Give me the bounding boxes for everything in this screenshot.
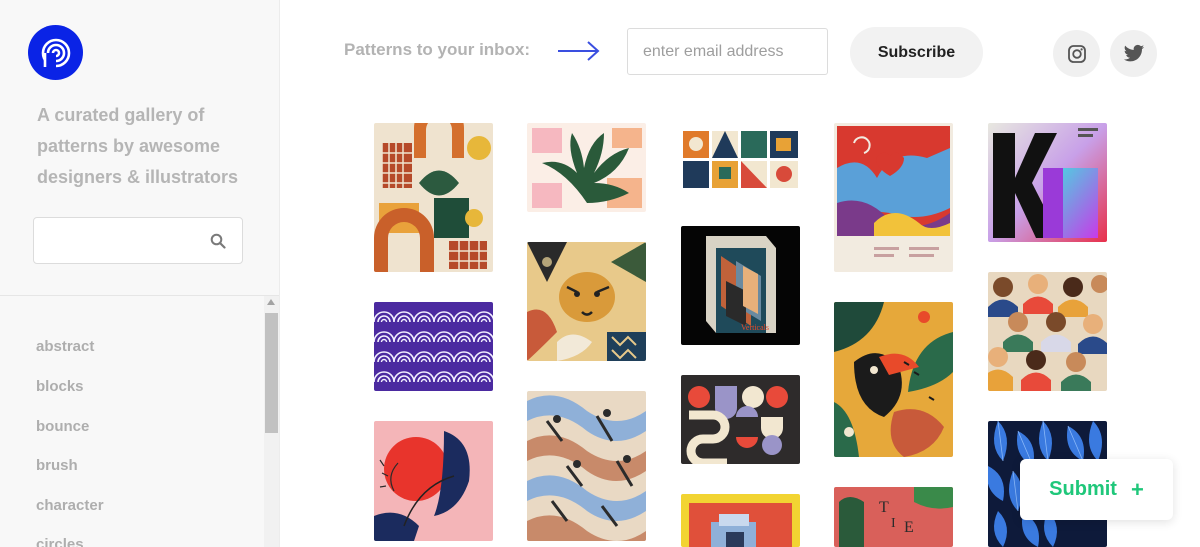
pattern-tile-bauhaus-shapes[interactable]: [681, 375, 800, 464]
pattern-tile-concentric-circles[interactable]: [374, 302, 493, 391]
scroll-thumb[interactable]: [265, 313, 278, 433]
pattern-tile-verticals[interactable]: Verticals: [681, 226, 800, 345]
search-input[interactable]: [44, 226, 204, 256]
pattern-tile-poster-heart[interactable]: [834, 123, 953, 272]
tag-brush[interactable]: brush: [36, 457, 78, 474]
pattern-tile-leaves-pots[interactable]: [374, 123, 493, 272]
tag-bounce[interactable]: bounce: [36, 418, 89, 435]
verticals-title-text: Verticals: [741, 323, 769, 332]
svg-text:I: I: [891, 516, 896, 531]
tag-blocks[interactable]: blocks: [36, 378, 84, 395]
pattern-tile-toucans[interactable]: [834, 302, 953, 457]
pattern-tile-tiled-figures[interactable]: [527, 391, 646, 541]
search-icon[interactable]: [210, 233, 226, 254]
email-input[interactable]: [627, 28, 828, 75]
scroll-up-arrow-icon[interactable]: [267, 299, 275, 305]
tag-circles[interactable]: circles: [36, 536, 84, 547]
svg-text:T: T: [879, 499, 889, 516]
tag-list: abstract blocks bounce brush character c…: [0, 296, 264, 547]
search-box[interactable]: [33, 217, 243, 264]
pattern-tile-crowd[interactable]: [988, 272, 1107, 391]
submit-label: Submit: [1049, 478, 1117, 500]
svg-text:E: E: [904, 519, 914, 536]
spiral-logo-icon[interactable]: [28, 25, 83, 80]
submit-button[interactable]: Submit +: [1020, 459, 1173, 520]
newsletter-label: Patterns to your inbox:: [344, 40, 531, 59]
tag-abstract[interactable]: abstract: [36, 338, 94, 355]
tagline: A curated gallery of patterns by awesome…: [37, 105, 239, 187]
tag-list-scrollbar[interactable]: [264, 296, 279, 547]
plus-icon: +: [1130, 476, 1144, 502]
arrow-right-icon: [557, 39, 601, 68]
pattern-tile-geometric-blocks[interactable]: [681, 123, 800, 193]
pattern-tile-red-sun[interactable]: [374, 421, 493, 541]
pattern-tile-green-leaves[interactable]: [527, 123, 646, 212]
instagram-icon[interactable]: [1053, 30, 1100, 77]
sidebar: A curated gallery of patterns by awesome…: [0, 0, 280, 547]
subscribe-button[interactable]: Subscribe: [850, 27, 983, 78]
twitter-icon[interactable]: [1110, 30, 1157, 77]
pattern-tile-yellow-frame[interactable]: [681, 494, 800, 547]
tag-character[interactable]: character: [36, 497, 104, 514]
pattern-tile-letter-k[interactable]: [988, 123, 1107, 242]
pattern-tile-red-poster[interactable]: T E I: [834, 487, 953, 547]
pattern-tile-tigers[interactable]: [527, 242, 646, 361]
